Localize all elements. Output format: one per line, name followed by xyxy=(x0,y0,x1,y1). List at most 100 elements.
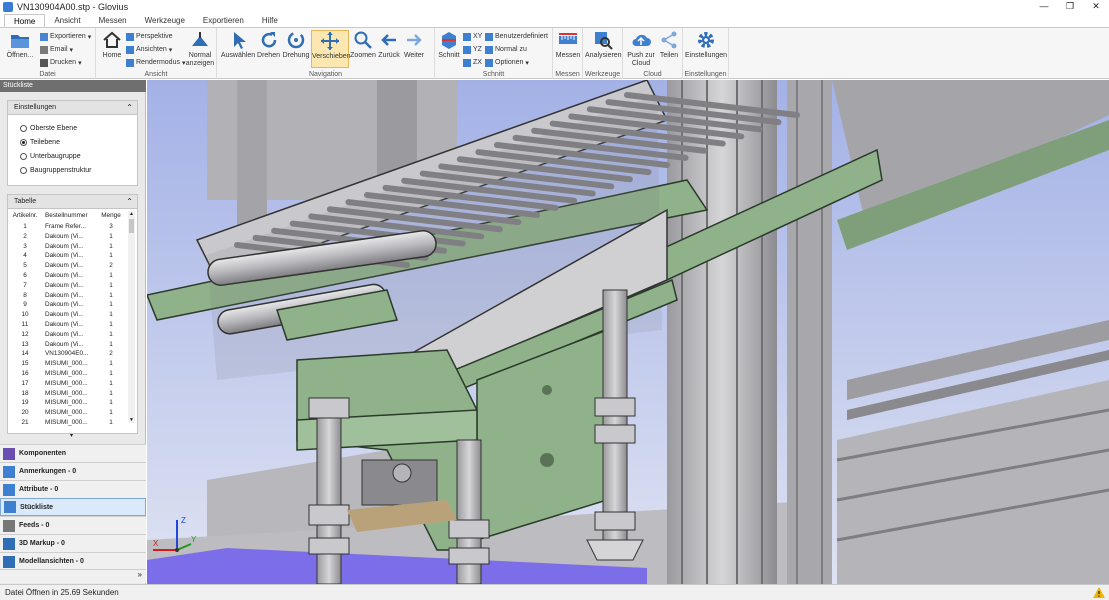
custom-section-button[interactable]: Benutzerdefiniert xyxy=(485,31,548,42)
table-row[interactable]: 8 Dakoum (Vi... 1 xyxy=(8,291,128,301)
table-row[interactable]: 7 Dakoum (Vi... 1 xyxy=(8,281,128,291)
measure-button[interactable]: Messen xyxy=(555,30,581,60)
email-button[interactable]: Email ▾ xyxy=(40,44,73,55)
analyze-button[interactable]: Analysieren xyxy=(585,30,622,60)
tab-messen[interactable]: Messen xyxy=(90,14,136,27)
close-button[interactable]: ✕ xyxy=(1083,0,1109,13)
open-button[interactable]: Öffnen... xyxy=(5,30,35,60)
warning-icon[interactable] xyxy=(1093,587,1105,598)
table-row[interactable]: 9 Dakoum (Vi... 1 xyxy=(8,300,128,310)
table-row[interactable]: 13 Dakoum (Vi... 1 xyxy=(8,340,128,350)
expand-more-icon[interactable]: » xyxy=(138,570,142,579)
radio-option[interactable]: Oberste Ebene xyxy=(8,121,137,135)
views-button[interactable]: Ansichten ▾ xyxy=(126,44,172,55)
rendermode-button[interactable]: Rendermodus ▾ xyxy=(126,57,185,68)
tab-werkzeuge[interactable]: Werkzeuge xyxy=(136,14,194,27)
settings-header[interactable]: Einstellungen ⌃ xyxy=(8,101,137,115)
table-row[interactable]: 15 MISUMI_000... 1 xyxy=(8,359,128,369)
normal-view-button[interactable]: Normal anzeigen xyxy=(185,30,215,68)
table-row[interactable]: 21 MISUMI_000... 1 xyxy=(8,418,128,428)
column-header[interactable]: Menge xyxy=(94,209,128,222)
turn-button[interactable]: Drehung xyxy=(281,30,311,60)
zoom-button[interactable]: Zoomen xyxy=(349,30,377,60)
group-label-einstellungen: Einstellungen xyxy=(684,71,727,78)
table-scrollbar[interactable]: ▲ ▼ xyxy=(128,211,135,423)
nav-item[interactable]: Attribute - 0 xyxy=(0,480,146,498)
table-cell: Dakoum (Vi... xyxy=(45,340,84,348)
radio-option[interactable]: Teilebene xyxy=(8,135,137,149)
table-row[interactable]: 14 VN130904E0... 2 xyxy=(8,349,128,359)
home-view-button[interactable]: Home xyxy=(100,30,124,60)
export-button[interactable]: Exportieren ▾ xyxy=(40,31,91,42)
radio-option[interactable]: Unterbaugruppe xyxy=(8,149,137,163)
table-row[interactable]: 10 Dakoum (Vi... 1 xyxy=(8,310,128,320)
table-row[interactable]: 6 Dakoum (Vi... 1 xyxy=(8,271,128,281)
3d-viewport[interactable]: Z Y X xyxy=(147,80,1109,584)
tab-ansicht[interactable]: Ansicht xyxy=(45,14,89,27)
table-row[interactable]: 11 Dakoum (Vi... 1 xyxy=(8,320,128,330)
table-cell: MISUMI_000... xyxy=(45,399,88,407)
table-row[interactable]: 1 Frame Refer... 3 xyxy=(8,222,128,232)
table-row[interactable]: 18 MISUMI_000... 1 xyxy=(8,389,128,399)
perspective-label: Perspektive xyxy=(136,33,173,40)
select-button[interactable]: Auswählen xyxy=(220,30,256,60)
normal-to-button[interactable]: Normal zu xyxy=(485,44,527,55)
share-button[interactable]: Teilen xyxy=(657,30,681,60)
section-zx-button[interactable]: ZX xyxy=(463,57,482,68)
settings-button[interactable]: Einstellungen xyxy=(685,30,727,60)
table-row[interactable]: 5 Dakoum (Vi... 2 xyxy=(8,261,128,271)
table-row[interactable]: 4 Dakoum (Vi... 1 xyxy=(8,251,128,261)
tab-exportieren[interactable]: Exportieren xyxy=(194,14,253,27)
table-cell: 20 xyxy=(21,409,29,417)
table-row[interactable]: 19 MISUMI_000... 1 xyxy=(8,398,128,408)
minimize-button[interactable]: — xyxy=(1031,0,1057,13)
print-button[interactable]: Drucken ▾ xyxy=(40,57,82,68)
collapse-icon[interactable]: ⌃ xyxy=(126,101,133,115)
section-button[interactable]: Schnitt xyxy=(437,30,461,60)
radio-label: Teilebene xyxy=(30,138,60,146)
tab-hilfe[interactable]: Hilfe xyxy=(253,14,287,27)
collapse-icon[interactable]: ⌃ xyxy=(126,195,133,209)
back-button[interactable]: Zurück xyxy=(377,30,401,60)
radio-button[interactable] xyxy=(20,138,27,146)
section-icon xyxy=(442,32,456,49)
scroll-down-icon[interactable]: ▼ xyxy=(128,417,135,423)
table-row[interactable]: 17 MISUMI_000... 1 xyxy=(8,379,128,389)
table-row[interactable]: 12 Dakoum (Vi... 1 xyxy=(8,330,128,340)
options-label: Optionen xyxy=(495,59,524,66)
column-header[interactable]: Bestellnummer xyxy=(42,209,94,222)
forward-button[interactable]: Weiter xyxy=(401,30,427,60)
radio-option[interactable]: Baugruppenstruktur xyxy=(8,163,137,177)
table-row[interactable]: 16 MISUMI_000... 1 xyxy=(8,369,128,379)
section-options-button[interactable]: Optionen ▾ xyxy=(485,57,529,68)
nav-item[interactable]: Feeds - 0 xyxy=(0,516,146,534)
nav-item[interactable]: Komponenten xyxy=(0,444,146,462)
normal-to-label: Normal zu xyxy=(495,46,527,53)
radio-button[interactable] xyxy=(20,124,27,132)
section-xy-button[interactable]: XY xyxy=(463,31,482,42)
column-header[interactable]: Artikelnr. xyxy=(8,209,42,222)
table-row[interactable]: 20 MISUMI_000... 1 xyxy=(8,408,128,418)
maximize-button[interactable]: ❐ xyxy=(1057,0,1083,13)
radio-label: Unterbaugruppe xyxy=(30,152,81,160)
nav-item[interactable]: Anmerkungen - 0 xyxy=(0,462,146,480)
radio-button[interactable] xyxy=(20,166,27,174)
select-label: Auswählen xyxy=(220,52,256,59)
nav-item[interactable]: Modellansichten - 0 xyxy=(0,552,146,570)
perspective-button[interactable]: Perspektive xyxy=(126,31,173,42)
table-cell: 1 xyxy=(109,340,113,348)
scroll-up-icon[interactable]: ▲ xyxy=(128,211,135,217)
table-row[interactable]: 3 Dakoum (Vi... 1 xyxy=(8,242,128,252)
tab-home[interactable]: Home xyxy=(4,14,46,27)
push-cloud-button[interactable]: Push zur Cloud xyxy=(625,30,657,68)
nav-item[interactable]: 3D Markup - 0 xyxy=(0,534,146,552)
table-row[interactable]: 2 Dakoum (Vi... 1 xyxy=(8,232,128,242)
section-yz-button[interactable]: YZ xyxy=(463,44,482,55)
group-werkzeuge: Analysieren Werkzeuge xyxy=(583,28,623,79)
nav-item[interactable]: Stückliste xyxy=(0,498,146,516)
radio-button[interactable] xyxy=(20,152,27,160)
rotate-button[interactable]: Drehen xyxy=(256,30,281,60)
scroll-thumb[interactable] xyxy=(129,219,134,233)
table-header[interactable]: Tabelle ⌃ xyxy=(8,195,137,209)
pan-button[interactable]: Verschieben xyxy=(311,30,351,68)
